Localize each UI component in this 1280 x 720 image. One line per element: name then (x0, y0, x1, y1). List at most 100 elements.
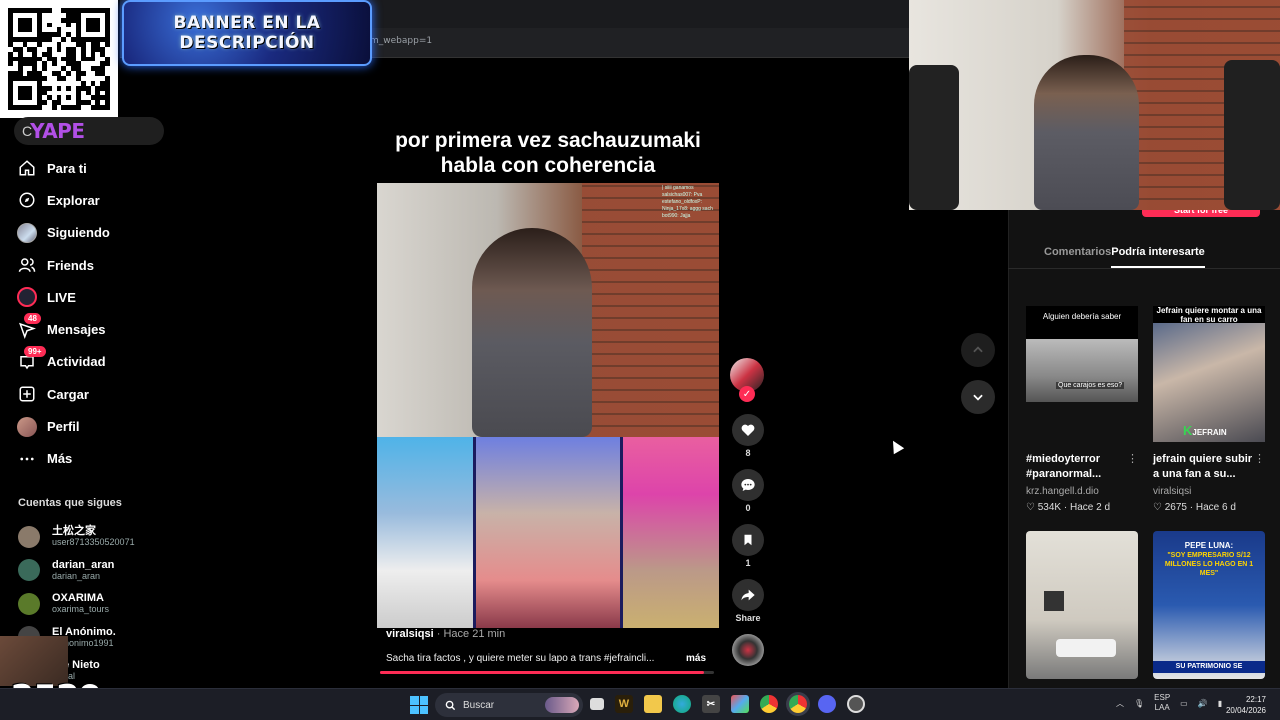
video-author[interactable]: viralsiqsi (386, 628, 434, 640)
video-thumbnail[interactable]: Alguien debería saber Que carajos es eso… (1026, 306, 1138, 402)
qr-module (105, 105, 110, 110)
chat-line: Ninja_17x8: aggg sach (662, 206, 713, 212)
language-code: ESP (1154, 693, 1171, 702)
sidebar-item-mas[interactable]: Más (12, 443, 162, 475)
network-icon[interactable]: ▭ (1180, 699, 1188, 708)
sidebar-item-explorar[interactable]: Explorar (12, 184, 162, 216)
sidebar-label: Más (47, 451, 73, 467)
streamer-figure (1034, 55, 1139, 210)
file-explorer-icon[interactable] (644, 695, 662, 713)
video-time: · Hace 21 min (436, 628, 506, 640)
gaming-chair (909, 65, 959, 210)
comment-button[interactable] (732, 469, 764, 501)
video-thumbnail[interactable]: Jefrain quiere montar a una fan en su ca… (1153, 306, 1265, 442)
thumbnail-image: KJEFRAIN (1153, 323, 1265, 442)
recommended-video-card[interactable] (1026, 531, 1138, 679)
battery-icon[interactable]: ▮ (1218, 699, 1222, 708)
language-indicator[interactable]: ESP LAA (1154, 693, 1170, 713)
creator-avatar[interactable]: ✓ (730, 358, 764, 402)
account-name: 土松之家 (52, 525, 96, 538)
address-bar-url[interactable]: m_webapp=1 (370, 36, 432, 46)
clock-date: 20/04/2026 (1225, 706, 1266, 715)
thumbnail-title: PEPE LUNA: (1184, 541, 1234, 550)
screen: m_webapp=1 BANNER EN LA DESCRIPCIÓN C YA… (0, 0, 1280, 720)
volume-icon[interactable]: 🔊 (1198, 699, 1208, 708)
video-tv-clip (377, 437, 719, 628)
thumbnail-quote: "SOY EMPRESARIO S/12 MILLONES LO HAGO EN… (1164, 552, 1254, 577)
card-stats: ♡ 534K · Hace 2 d (1026, 502, 1111, 513)
following-account[interactable]: 土松之家 user8713350520071 (18, 520, 168, 554)
tab-comentarios[interactable]: Comentarios (1044, 246, 1111, 268)
sidebar-item-actividad[interactable]: 99+ Actividad (12, 345, 162, 378)
tab-podria-interesarte[interactable]: Podría interesarte (1111, 246, 1205, 268)
like-button[interactable] (732, 414, 764, 446)
next-video-button[interactable] (961, 380, 995, 414)
yape-logo: YAPE (30, 119, 85, 143)
video-description: Sacha tira factos , y quiere meter su la… (386, 653, 706, 664)
sidebar-item-friends[interactable]: Friends (12, 249, 162, 281)
sidebar-item-siguiendo[interactable]: Siguiendo (12, 217, 162, 249)
share-label: Share (735, 613, 761, 623)
windows-start-icon[interactable] (410, 696, 428, 714)
card-author[interactable]: krz.hangell.d.dio (1026, 484, 1138, 499)
search-highlight-image (545, 697, 579, 713)
sidebar-item-mensajes[interactable]: 48 Mensajes (12, 313, 162, 345)
video-progress-fill (380, 671, 704, 674)
video-author-line[interactable]: viralsiqsi · Hace 21 min (386, 628, 505, 640)
more-link[interactable]: más (686, 653, 706, 664)
side-panel-tabs: Comentarios Podría interesarte (1044, 246, 1205, 268)
recommended-video-card[interactable]: Alguien debería saber Que carajos es eso… (1026, 306, 1138, 515)
edge-icon[interactable] (673, 695, 691, 713)
chrome-active-icon[interactable] (789, 695, 807, 713)
card-likes: 534K (1037, 502, 1062, 513)
follow-check-icon[interactable]: ✓ (739, 386, 755, 402)
more-options-icon[interactable]: ⋮ (1127, 452, 1138, 465)
taskbar-search[interactable]: Buscar (435, 693, 583, 717)
card-title-line-2: #paranormal... (1026, 468, 1102, 480)
chevron-down-icon (973, 394, 983, 401)
snipping-tool-icon[interactable]: ✂ (702, 695, 720, 713)
video-description-text: Sacha tira factos , y quiere meter su la… (386, 653, 655, 664)
video-thumbnail[interactable] (1026, 531, 1138, 679)
video-player[interactable]: | siiii ganamos salsichas007: Pva estefa… (377, 183, 719, 628)
chevron-up-icon[interactable]: ︿ (1116, 698, 1124, 709)
following-account[interactable]: darian_aran darian_aran (18, 554, 168, 588)
microphone-icon[interactable]: 🎙 (1134, 699, 1144, 708)
stream-banner: BANNER EN LA DESCRIPCIÓN (122, 0, 372, 66)
search-bar-yape-overlay[interactable]: C YAPE (14, 117, 164, 145)
chat-line: bot990: Jajja (662, 213, 691, 219)
obs-icon[interactable] (847, 695, 865, 713)
task-view-icon[interactable] (590, 698, 604, 710)
bookmark-icon (744, 534, 752, 546)
tv-panel-left (377, 437, 473, 628)
tv-panel-right (623, 437, 719, 628)
streamer-figure (472, 228, 592, 437)
card-author[interactable]: viralsiqsi (1153, 484, 1265, 499)
thumbnail-car (1056, 639, 1116, 657)
sidebar-item-para-ti[interactable]: Para ti (12, 152, 162, 184)
recommended-video-card[interactable]: Jefrain quiere montar a una fan en su ca… (1153, 306, 1265, 515)
account-username: oxarima_tours (52, 604, 110, 615)
music-disc-icon[interactable] (732, 634, 764, 666)
recommended-video-card[interactable]: PEPE LUNA: "SOY EMPRESARIO S/12 MILLONES… (1153, 531, 1265, 679)
sidebar-item-perfil[interactable]: Perfil (12, 410, 162, 442)
bookmark-button[interactable] (732, 524, 764, 556)
more-options-icon[interactable]: ⋮ (1254, 452, 1265, 465)
save-count: 1 (745, 558, 751, 568)
system-tray: ︿ 🎙 ESP LAA ▭ 🔊 ▮ (1116, 693, 1222, 713)
video-progress-bar[interactable] (380, 671, 714, 674)
share-icon (741, 589, 755, 601)
share-button[interactable] (732, 579, 764, 611)
warcraft-icon[interactable]: W (615, 695, 633, 713)
sidebar-item-live[interactable]: LIVE (12, 281, 162, 313)
sidebar-item-cargar[interactable]: Cargar (12, 378, 162, 410)
video-thumbnail[interactable]: PEPE LUNA: "SOY EMPRESARIO S/12 MILLONES… (1153, 531, 1265, 679)
copilot-icon[interactable] (731, 695, 749, 713)
sidebar-nav: Para ti Explorar Siguiendo Friends LIVE (12, 152, 162, 475)
action-rail: ✓ 8 0 1 Share (728, 358, 768, 666)
following-account[interactable]: OXARIMA oxarima_tours (18, 587, 168, 621)
chrome-icon[interactable] (760, 695, 778, 713)
clock[interactable]: 22:17 20/04/2026 (1226, 694, 1266, 716)
previous-video-button[interactable] (961, 333, 995, 367)
discord-icon[interactable] (818, 695, 836, 713)
